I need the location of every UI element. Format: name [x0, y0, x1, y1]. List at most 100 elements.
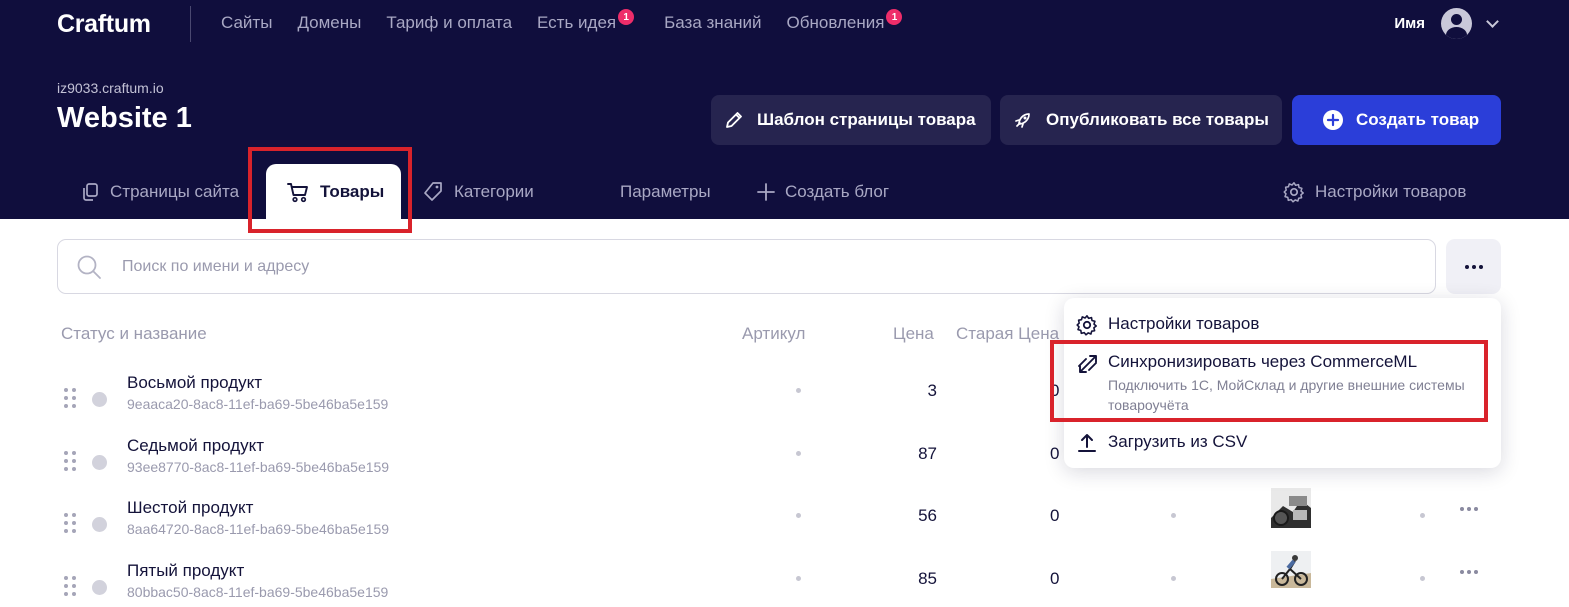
search-bar [57, 239, 1436, 294]
product-old-price: 0 [1050, 506, 1060, 525]
gear-icon [1283, 181, 1305, 203]
tab-create-blog[interactable]: Создать блог [757, 164, 889, 219]
product-old-price: 0 [1050, 444, 1060, 463]
drag-handle-icon[interactable] [64, 451, 76, 471]
product-price: 3 [927, 381, 937, 400]
nav-tariff[interactable]: Тариф и оплата [386, 13, 512, 33]
logo-divider [190, 6, 191, 42]
cart-icon [286, 181, 310, 203]
tab-product-settings-label: Настройки товаров [1315, 181, 1467, 201]
drag-handle-icon[interactable] [64, 513, 76, 533]
product-template-button[interactable]: Шаблон страницы товара [711, 95, 991, 145]
tab-categories[interactable]: Категории [422, 164, 534, 219]
status-dot [92, 580, 107, 595]
tab-pages[interactable]: Страницы сайта [80, 164, 239, 219]
sku-empty-dot [796, 513, 801, 518]
row-more-button[interactable] [1460, 507, 1478, 511]
column-status-name[interactable]: Статус и название [61, 324, 207, 344]
tab-product-settings[interactable]: Настройки товаров [1283, 164, 1466, 219]
avatar-icon [1441, 8, 1472, 39]
search-input[interactable] [122, 257, 1322, 276]
tag-icon [422, 181, 444, 203]
drag-handle-icon[interactable] [64, 388, 76, 408]
product-old-price: 0 [1050, 381, 1060, 400]
idea-badge: 1 [618, 9, 635, 25]
table-row[interactable]: Шестой продукт 8aa64720-8ac8-11ef-ba69-5… [0, 488, 1569, 569]
product-name[interactable]: Пятый продукт [127, 561, 244, 581]
more-options-button[interactable] [1446, 239, 1501, 294]
product-name[interactable]: Седьмой продукт [127, 436, 264, 456]
product-thumbnail[interactable] [1271, 488, 1311, 528]
user-menu[interactable]: Имя [1394, 8, 1499, 39]
create-product-button[interactable]: Создать товар [1292, 95, 1501, 145]
column-sku[interactable]: Артикул [742, 324, 805, 344]
sku-empty-dot [796, 388, 801, 393]
publish-all-label: Опубликовать все товары [1046, 110, 1269, 129]
menu-item-product-settings[interactable]: Настройки товаров [1064, 298, 1501, 346]
nav-knowledge[interactable]: База знаний [664, 13, 761, 33]
pencil-icon [723, 109, 745, 131]
product-price: 85 [918, 569, 937, 588]
site-domain[interactable]: iz9033.craftum.io [57, 80, 164, 96]
nav-domains[interactable]: Домены [297, 13, 361, 33]
section-tabs: Страницы сайта Товары Категории Параметр… [0, 164, 1569, 219]
tab-categories-label: Категории [454, 181, 534, 201]
nav-updates[interactable]: Обновления 1 [786, 9, 903, 33]
product-id: 8aa64720-8ac8-11ef-ba69-5be46ba5e159 [127, 521, 390, 537]
product-price: 56 [918, 506, 937, 525]
status-dot [92, 392, 107, 407]
product-id: 9eaaca20-8ac8-11ef-ba69-5be46ba5e159 [127, 396, 389, 412]
product-thumbnail[interactable] [1271, 551, 1311, 588]
upload-icon [1076, 432, 1098, 459]
user-name: Имя [1394, 15, 1425, 32]
copy-pages-icon [80, 182, 100, 202]
menu-item-label: Синхронизировать через CommerceML [1108, 352, 1418, 371]
product-name[interactable]: Восьмой продукт [127, 373, 262, 393]
nav-knowledge-label: База знаний [664, 13, 762, 32]
column-price[interactable]: Цена [893, 324, 934, 344]
chevron-down-icon [1486, 14, 1499, 28]
product-old-price: 0 [1050, 569, 1060, 588]
sku-empty-dot [796, 576, 801, 581]
row-more-button[interactable] [1460, 570, 1478, 574]
empty-dot [1420, 576, 1425, 581]
menu-item-description: Подключить 1С, МойСклад и другие внешние… [1108, 377, 1465, 413]
table-row[interactable]: Пятый продукт 80bbac50-8ac8-11ef-ba69-5b… [0, 551, 1569, 607]
menu-item-upload-csv[interactable]: Загрузить из CSV [1064, 426, 1501, 468]
nav-tariff-label: Тариф и оплата [386, 13, 513, 32]
status-dot [92, 455, 107, 470]
tab-create-blog-label: Создать блог [785, 181, 890, 201]
menu-item-label: Настройки товаров [1108, 314, 1260, 333]
nav-sites[interactable]: Сайты [221, 13, 272, 33]
tab-parameters[interactable]: Параметры [620, 164, 711, 219]
drag-handle-icon[interactable] [64, 576, 76, 596]
page-title: Website 1 [57, 102, 192, 134]
plus-circle-icon [1322, 109, 1344, 131]
nav-idea-label: Есть идея [537, 13, 617, 32]
plus-icon [757, 182, 775, 201]
nav-updates-label: Обновления [786, 13, 885, 32]
column-old-price[interactable]: Старая Цена [956, 324, 1059, 344]
tab-products-label: Товары [320, 181, 385, 201]
empty-dot [1171, 513, 1176, 518]
tab-products[interactable]: Товары [266, 164, 401, 219]
nav-idea[interactable]: Есть идея 1 [537, 9, 635, 33]
product-template-label: Шаблон страницы товара [757, 110, 976, 129]
top-header: Craftum Сайты Домены Тариф и оплата Есть… [0, 0, 1569, 219]
menu-item-label: Загрузить из CSV [1108, 432, 1248, 451]
menu-item-commerceml-sync[interactable]: Синхронизировать через CommerceML Подклю… [1064, 346, 1501, 426]
more-dots-icon [1464, 264, 1483, 269]
tab-pages-label: Страницы сайта [110, 181, 240, 201]
empty-dot [1171, 576, 1176, 581]
tab-parameters-label: Параметры [620, 181, 711, 201]
product-price: 87 [918, 444, 937, 463]
create-product-label: Создать товар [1356, 110, 1480, 129]
product-id: 80bbac50-8ac8-11ef-ba69-5be46ba5e159 [127, 584, 389, 600]
sku-empty-dot [796, 451, 801, 456]
publish-all-button[interactable]: Опубликовать все товары [1000, 95, 1282, 145]
product-name[interactable]: Шестой продукт [127, 498, 253, 518]
status-dot [92, 517, 107, 532]
updates-badge: 1 [886, 9, 903, 25]
craftum-logo[interactable]: Craftum [57, 10, 151, 39]
rocket-icon [1012, 109, 1034, 131]
